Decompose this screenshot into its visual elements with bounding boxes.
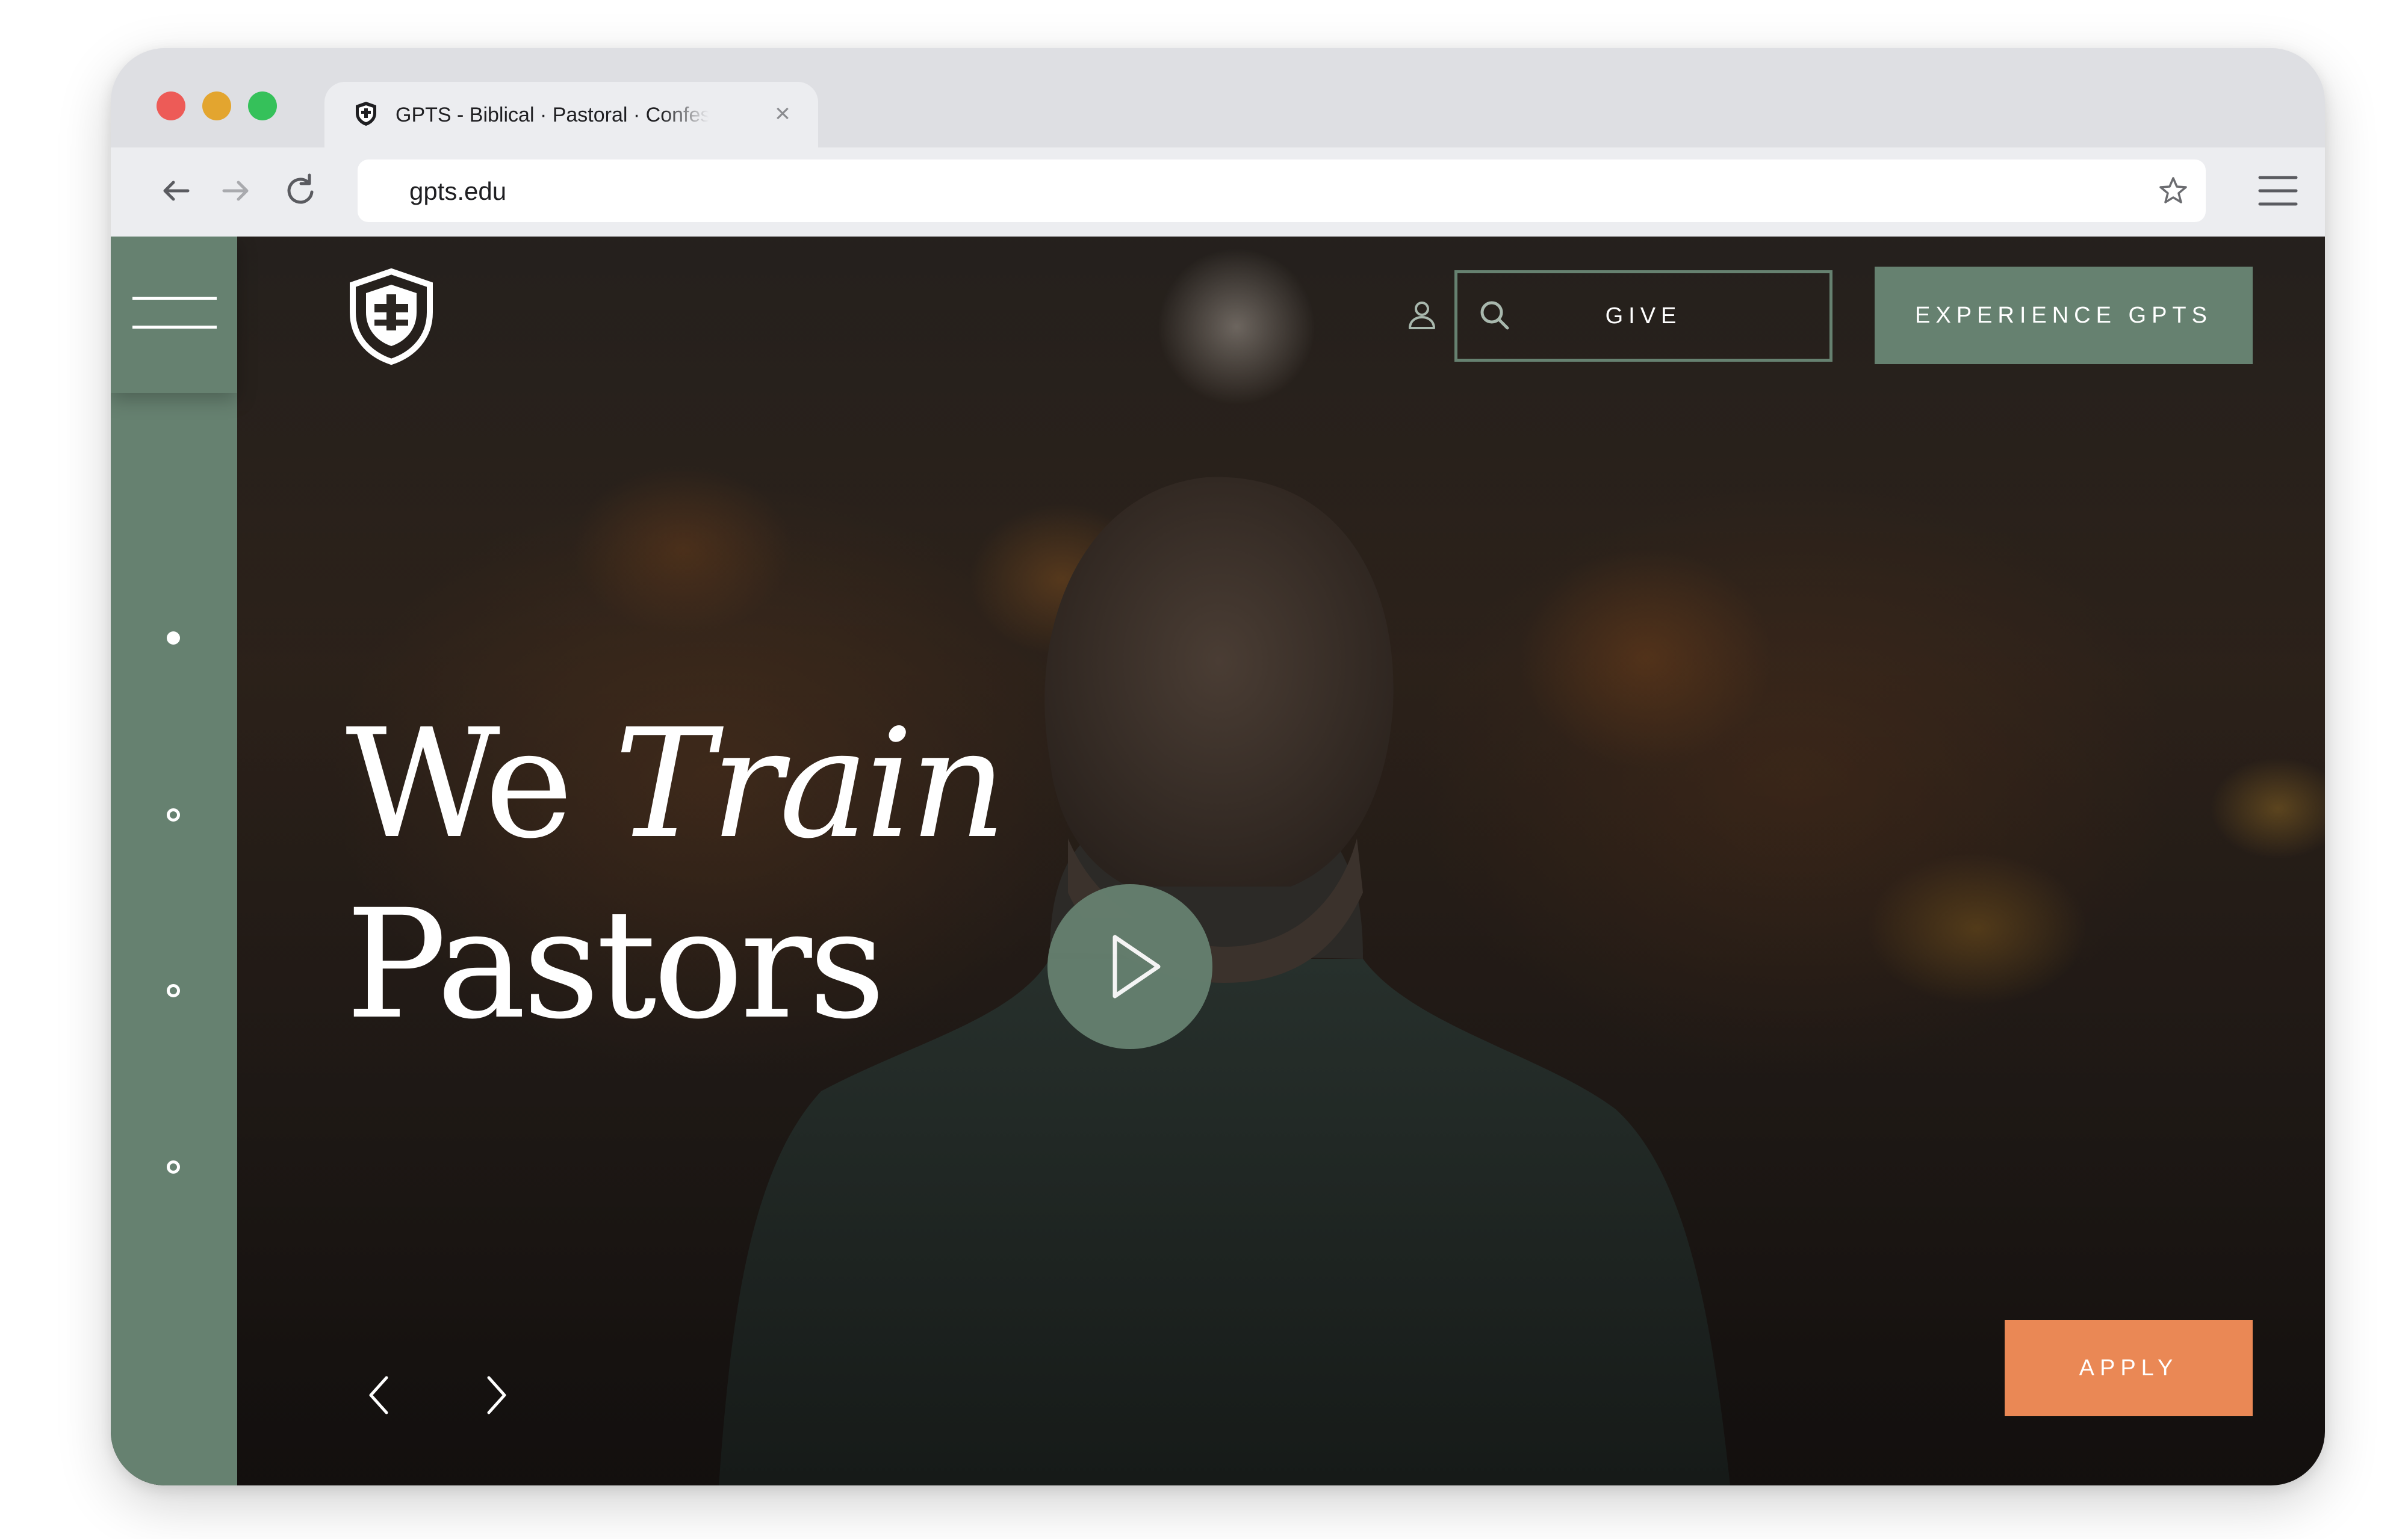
hamburger-line	[132, 326, 217, 329]
apply-button[interactable]: APPLY	[2005, 1320, 2253, 1416]
gpts-shield-logo[interactable]	[347, 268, 436, 365]
slide-dot-4[interactable]	[167, 1160, 180, 1174]
hero-word-we: We	[346, 696, 574, 872]
hamburger-line	[132, 297, 217, 300]
account-icon[interactable]	[1405, 298, 1439, 332]
browser-menu-icon[interactable]	[2258, 174, 2298, 208]
bookmark-star-icon[interactable]	[2158, 175, 2189, 206]
address-bar[interactable]: gpts.edu	[358, 159, 2206, 222]
back-arrow-icon[interactable]	[154, 169, 197, 212]
hero-headline: We Train Pastors	[346, 694, 1007, 1055]
hero-word-train: Train	[614, 696, 1007, 872]
previous-slide-arrow-icon[interactable]	[364, 1374, 394, 1416]
experience-gpts-button[interactable]: EXPERIENCE GPTS	[1875, 267, 2253, 364]
page-viewport: GIVE EXPERIENCE GPTS We Train Pastors AP…	[111, 237, 2325, 1485]
url-text: gpts.edu	[409, 177, 507, 205]
slide-dot-3[interactable]	[167, 984, 180, 997]
tab-close-icon[interactable]: ×	[769, 100, 796, 128]
browser-tab-active[interactable]: GPTS - Biblical · Pastoral · Confessiona…	[324, 82, 818, 147]
close-window-button[interactable]	[157, 91, 185, 120]
reload-icon[interactable]	[279, 169, 323, 212]
maximize-window-button[interactable]	[248, 91, 277, 120]
slide-dot-1[interactable]	[167, 631, 180, 645]
tab-strip: GPTS - Biblical · Pastoral · Confessiona…	[111, 48, 2325, 147]
hamburger-menu-button[interactable]	[111, 237, 237, 393]
site-shield-icon	[356, 102, 376, 126]
give-button[interactable]: GIVE	[1454, 270, 1832, 362]
play-video-button[interactable]	[1047, 884, 1212, 1049]
browser-toolbar: gpts.edu	[111, 147, 2325, 237]
browser-window: GPTS - Biblical · Pastoral · Confessiona…	[111, 48, 2325, 1485]
next-slide-arrow-icon[interactable]	[482, 1374, 512, 1416]
slide-dot-2[interactable]	[167, 808, 180, 822]
forward-arrow-icon[interactable]	[214, 169, 258, 212]
play-icon	[1112, 935, 1161, 999]
hero-headline-line-2: Pastors	[346, 877, 886, 1052]
hero-headline-line-1: We Train	[346, 694, 1007, 875]
minimize-window-button[interactable]	[202, 91, 231, 120]
tab-title: GPTS - Biblical · Pastoral · Confessiona…	[396, 104, 709, 126]
side-rail	[111, 237, 237, 1485]
